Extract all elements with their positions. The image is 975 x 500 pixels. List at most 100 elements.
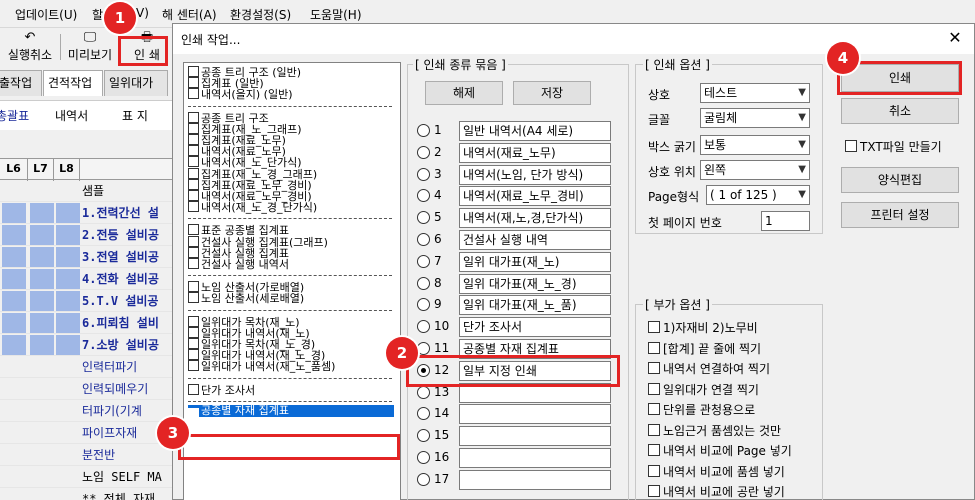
print-type-name-field[interactable] [459,469,611,490]
table-cell[interactable] [30,247,54,267]
col-header-l7[interactable]: L7 [28,159,54,181]
tab-unit-price[interactable]: 일위대가 [104,70,168,96]
table-row[interactable]: 노임 SELF MA [0,466,172,488]
radio-button[interactable] [417,233,430,246]
table-cell[interactable] [2,269,26,289]
extra-option-checkbox[interactable]: 내역서 비교에 품셈 넣기 [648,463,785,479]
list-item[interactable]: 내역서(재_노_단가식) [188,156,302,169]
save-button[interactable]: 저장 [513,81,591,105]
table-row[interactable]: 파이프자재 [0,422,172,444]
table-cell[interactable] [30,313,54,333]
table-cell[interactable] [2,291,26,311]
list-item[interactable]: 노임 산출서(세로배열) [188,292,304,305]
menu-view[interactable]: V) [136,6,149,20]
menu-settings[interactable]: 환경설정(S) [230,6,291,23]
cancel-button[interactable]: 취소 [841,98,959,124]
radio-button[interactable] [417,276,430,290]
radio-button[interactable] [417,451,430,464]
clear-button[interactable]: 해제 [425,81,503,105]
first-page-input[interactable]: 1 [761,211,810,231]
list-item-selected[interactable]: ✓ 공종별 자재 집계표 [188,404,394,419]
preview-button[interactable]: 🖵 미리보기 [64,30,116,62]
list-item[interactable]: 집계표(재_노_그래프) [188,122,302,135]
table-row[interactable]: ** 전체 자재 [0,488,172,500]
print-type-name-field[interactable] [459,448,611,468]
print-type-name-field[interactable]: 건설사 실행 내역 [459,230,611,250]
list-item[interactable]: 일위대가 내역서(재_노_품셈) [188,360,335,373]
list-item[interactable]: 표준 공종별 집계표 [188,224,289,237]
table-cell[interactable] [56,225,80,245]
table-cell[interactable] [2,247,26,267]
table-row[interactable]: 1.전력간선 설 [0,202,172,224]
print-type-name-field[interactable]: 내역서(재료_노무) [459,142,611,163]
tab-output-work[interactable]: 출작업 [0,70,42,96]
extra-option-checkbox[interactable]: 일위대가 연결 찍기 [648,381,759,397]
tab-estimate-work[interactable]: 견적작업 [43,70,103,96]
extra-option-checkbox[interactable]: 내역서 비교에 Page 넣기 [648,442,792,458]
radio-button[interactable] [417,167,430,181]
tab-cover[interactable]: 표 지 [122,107,148,124]
col-header-l6[interactable]: L6 [0,159,28,181]
table-row[interactable]: 터파기(기계 [0,400,172,422]
table-cell[interactable] [2,203,26,223]
menu-update[interactable]: 업데이트(U) [15,6,77,23]
table-cell[interactable] [56,313,80,333]
tab-summary[interactable]: 총괄표 [0,107,29,124]
list-item[interactable]: 내역서(을지) (일반) [188,88,293,101]
list-item[interactable]: 공종 트리 구조 [188,111,269,124]
form-edit-button[interactable]: 양식편집 [841,167,959,193]
table-cell[interactable] [30,225,54,245]
table-row[interactable]: 인력터파기 [0,356,172,378]
table-cell[interactable] [56,291,80,311]
page-format-select[interactable]: ( 1 of 125 ) ▼ [706,185,810,205]
print-type-name-field[interactable]: 일반 내역서(A4 세로) [459,121,611,141]
table-row[interactable]: 7.소방 설비공 [0,334,172,356]
extra-option-checkbox[interactable]: 1)자재비 2)노무비 [648,319,758,335]
extra-option-checkbox[interactable]: 내역서 비교에 공란 넣기 [648,483,785,499]
table-cell[interactable] [56,269,80,289]
radio-button[interactable] [417,385,430,399]
table-cell[interactable] [30,203,54,223]
table-cell[interactable] [56,335,80,355]
txt-file-checkbox[interactable]: TXT파일 만들기 [845,138,942,154]
table-cell[interactable] [56,247,80,267]
list-item[interactable]: 일위대가 내역서(재_노) [188,326,310,339]
print-type-name-field[interactable]: 일위 대가표(재_노) [459,251,611,272]
col-header-l8[interactable]: L8 [54,159,80,181]
company-position-select[interactable]: 왼쪽 ▼ [700,160,810,180]
menu-help[interactable]: 도움말(H) [310,6,362,23]
menu-help-center[interactable]: 해 센터(A) [162,6,217,23]
table-cell[interactable] [2,313,26,333]
extra-option-checkbox[interactable]: [합계] 끝 줄에 찍기 [648,340,761,356]
table-row[interactable]: 분전반 [0,444,172,466]
print-type-name-field[interactable]: 단가 조사서 [459,317,611,338]
radio-button[interactable] [417,124,430,137]
extra-option-checkbox[interactable]: 단위를 관청용으로 [648,401,755,417]
radio-button[interactable] [417,472,430,486]
table-row[interactable]: 5.T.V 설비공 [0,290,172,312]
print-type-name-field[interactable]: 내역서(재료_노무_경비) [459,186,611,207]
print-type-name-field[interactable] [459,426,611,447]
table-row[interactable]: 인력되메우기 [0,378,172,400]
list-item[interactable]: 노임 산출서(가로배열) [188,281,304,294]
list-item[interactable]: 건설사 실행 내역서 [188,258,289,271]
print-type-name-field[interactable]: 내역서(재,노,경,단가식) [459,208,611,229]
list-item[interactable]: 내역서(재료_노무) [188,145,286,158]
list-item[interactable]: 일위대가 목차(재_노) [188,315,300,328]
extra-option-checkbox[interactable]: 내역서 연결하여 찍기 [648,360,770,376]
table-row[interactable]: 4.전화 설비공 [0,268,172,290]
table-row[interactable]: 6.피뢰침 설비 [0,312,172,334]
table-cell[interactable] [2,335,26,355]
table-cell[interactable] [30,291,54,311]
company-select[interactable]: 테스트 ▼ [700,83,810,103]
print-type-name-field[interactable]: 일위 대가표(재_노_경) [459,273,611,294]
list-item[interactable]: 집계표(재료_노무_경비) [188,178,312,191]
radio-button[interactable] [417,342,430,355]
list-item[interactable]: 내역서(재료_노무_경비) [188,190,312,203]
print-type-name-field[interactable]: 일위 대가표(재_노_품) [459,295,611,316]
undo-button[interactable]: ↶ 실행취소 [4,30,56,62]
tab-detail[interactable]: 내역서 [55,107,88,124]
list-item[interactable]: 내역서(재_노_경_단가식) [188,201,317,214]
menu-partial[interactable]: 할 [92,6,103,23]
table-row[interactable]: 3.전열 설비공 [0,246,172,268]
